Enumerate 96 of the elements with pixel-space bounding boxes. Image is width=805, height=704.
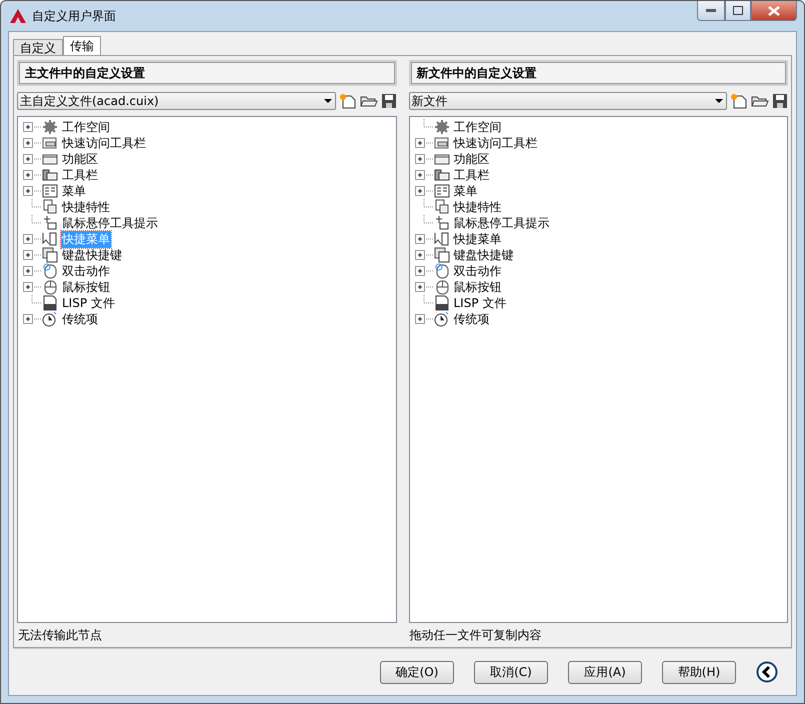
expand-icon[interactable] xyxy=(23,250,33,260)
expand-icon[interactable] xyxy=(23,186,33,196)
expand-icon[interactable] xyxy=(414,234,424,244)
panel-heading: 主文件中的自定义设置 xyxy=(17,60,396,86)
mouse-icon xyxy=(434,263,450,279)
window-title: 自定义用户界面 xyxy=(32,8,116,24)
keyboard-key-icon xyxy=(42,247,58,263)
expand-icon[interactable] xyxy=(23,122,33,132)
toolbar-window-icon xyxy=(434,135,450,151)
tree-item[interactable]: 菜单 xyxy=(61,182,87,200)
tree-item[interactable]: 快速访问工具栏 xyxy=(61,134,147,152)
tree-item[interactable]: 功能区 xyxy=(61,150,99,168)
mouse-icon xyxy=(42,279,58,295)
tree-line xyxy=(423,199,434,208)
expand-icon[interactable] xyxy=(414,266,424,276)
tree-item[interactable]: LISP 文件 xyxy=(61,294,116,312)
expand-icon[interactable] xyxy=(23,266,33,276)
tree-item[interactable]: 快捷特性 xyxy=(61,198,111,216)
app-logo-icon xyxy=(10,9,26,23)
collapse-icon[interactable] xyxy=(756,661,778,683)
save-icon[interactable] xyxy=(380,93,396,109)
expand-icon[interactable] xyxy=(414,186,424,196)
maximize-button[interactable] xyxy=(725,1,751,21)
minimize-button[interactable] xyxy=(697,1,725,21)
close-button[interactable] xyxy=(751,1,797,21)
clock-icon xyxy=(42,311,58,327)
tree-item[interactable]: 双击动作 xyxy=(61,262,111,280)
keyboard-key-icon xyxy=(434,247,450,263)
gear-icon xyxy=(42,119,58,135)
document-icon xyxy=(42,295,58,311)
toolbar-window-icon xyxy=(42,135,58,151)
tree-item[interactable]: 鼠标按钮 xyxy=(61,278,111,296)
tree-item[interactable]: 鼠标按钮 xyxy=(452,278,502,296)
tree-line xyxy=(32,199,42,208)
maximize-icon xyxy=(733,6,743,15)
tree-item[interactable]: 工作空间 xyxy=(61,118,111,136)
tree-item[interactable]: 工具栏 xyxy=(452,166,490,184)
file-dropdown[interactable]: 新文件 xyxy=(408,92,727,110)
expand-icon[interactable] xyxy=(23,170,33,180)
properties-icon xyxy=(42,199,58,215)
tree-item[interactable]: 键盘快捷键 xyxy=(452,246,514,264)
mouse-icon xyxy=(434,279,450,295)
tooltip-icon xyxy=(42,215,58,231)
close-icon xyxy=(768,6,780,16)
tree-item[interactable]: 鼠标悬停工具提示 xyxy=(61,214,159,232)
dialog-button[interactable]: 帮助(H) xyxy=(662,660,736,684)
tree-item[interactable]: 快捷特性 xyxy=(452,198,502,216)
minimize-icon xyxy=(706,9,716,12)
dialog-button[interactable]: 取消(C) xyxy=(474,660,548,684)
tree-item[interactable]: 功能区 xyxy=(452,150,490,168)
expand-icon[interactable] xyxy=(414,250,424,260)
tree-line xyxy=(423,215,434,224)
tree-item[interactable]: 鼠标悬停工具提示 xyxy=(452,214,550,232)
expand-icon[interactable] xyxy=(23,138,33,148)
tree-item[interactable]: 传统项 xyxy=(452,310,490,328)
expand-icon[interactable] xyxy=(414,154,424,164)
tree-item[interactable]: LISP 文件 xyxy=(452,294,508,312)
properties-icon xyxy=(434,199,450,215)
new-file-icon[interactable] xyxy=(338,93,356,109)
expand-icon[interactable] xyxy=(23,154,33,164)
dialog-button[interactable]: 应用(A) xyxy=(568,660,642,684)
tree-line xyxy=(423,295,434,304)
tree-item[interactable]: 工具栏 xyxy=(61,166,99,184)
tree-item[interactable]: 工作空间 xyxy=(452,118,502,136)
menu-icon xyxy=(42,183,58,199)
tree-line xyxy=(423,119,434,128)
save-icon[interactable] xyxy=(772,93,788,109)
tab[interactable]: 自定义 xyxy=(13,39,63,55)
dialog-button[interactable]: 确定(O) xyxy=(380,660,454,684)
tree-line xyxy=(32,295,42,304)
clock-icon xyxy=(434,311,450,327)
mouse-icon xyxy=(42,263,58,279)
expand-icon[interactable] xyxy=(414,170,424,180)
expand-icon[interactable] xyxy=(414,138,424,148)
file-dropdown[interactable]: 主自定义文件(acad.cuix) xyxy=(17,92,336,110)
tree-item[interactable]: 快速访问工具栏 xyxy=(452,134,538,152)
tab[interactable]: 传输 xyxy=(63,36,101,55)
tree-item[interactable]: 传统项 xyxy=(61,310,99,328)
tooltip-icon xyxy=(434,215,450,231)
new-file-icon[interactable] xyxy=(730,93,748,109)
expand-icon[interactable] xyxy=(414,314,424,324)
gear-icon xyxy=(434,119,450,135)
tree-item[interactable]: 键盘快捷键 xyxy=(61,246,123,264)
tree-item[interactable]: 双击动作 xyxy=(452,262,502,280)
expand-icon[interactable] xyxy=(23,282,33,292)
status-text: 无法传输此节点 xyxy=(17,626,103,644)
status-text: 拖动任一文件可复制内容 xyxy=(408,626,542,644)
tree-item[interactable]: 菜单 xyxy=(452,182,478,200)
expand-icon[interactable] xyxy=(23,234,33,244)
expand-icon[interactable] xyxy=(414,282,424,292)
document-icon xyxy=(434,295,450,311)
panel-heading: 新文件中的自定义设置 xyxy=(408,60,788,86)
expand-icon[interactable] xyxy=(23,314,33,324)
tree-item[interactable]: 快捷菜单 xyxy=(452,230,502,248)
menu-icon xyxy=(434,183,450,199)
tree-line xyxy=(32,215,42,224)
